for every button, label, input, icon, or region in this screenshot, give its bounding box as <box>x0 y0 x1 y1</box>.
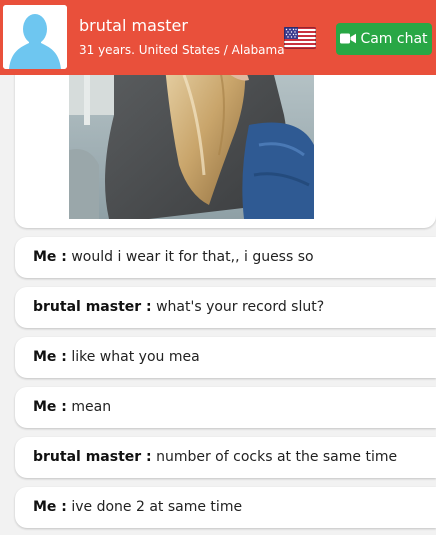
message-text: ive done 2 at same time <box>71 499 243 515</box>
cam-chat-button[interactable]: Cam chat <box>336 23 432 55</box>
photo-message <box>15 75 436 228</box>
user-name: brutal master <box>79 16 188 35</box>
chat-message: brutal master : what's your record slut? <box>15 287 436 328</box>
message-sender: brutal master : <box>33 449 152 465</box>
cam-chat-label: Cam chat <box>360 31 428 47</box>
chat-thread[interactable]: Me : would i wear it for that,, i guess … <box>0 75 436 535</box>
chat-message: Me : mean <box>15 387 436 428</box>
chat-message: Me : like what you mea <box>15 337 436 378</box>
message-text: mean <box>71 399 112 415</box>
message-text: what's your record slut? <box>156 299 325 315</box>
message-sender: Me : <box>33 249 67 265</box>
user-silhouette-icon <box>3 5 67 69</box>
avatar[interactable] <box>3 5 67 69</box>
video-camera-icon <box>340 33 357 43</box>
message-sender: brutal master : <box>33 299 152 315</box>
chat-message: Me : would i wear it for that,, i guess … <box>15 237 436 278</box>
us-flag-icon <box>284 27 316 49</box>
message-text: number of cocks at the same time <box>156 449 398 465</box>
message-sender: Me : <box>33 399 67 415</box>
photo-image <box>69 75 314 219</box>
shared-photo[interactable] <box>69 75 314 219</box>
message-sender: Me : <box>33 349 67 365</box>
chat-message: Me : ive done 2 at same time <box>15 487 436 528</box>
user-age-location: 31 years. United States / Alabama <box>79 43 285 57</box>
chat-message: brutal master : number of cocks at the s… <box>15 437 436 478</box>
chat-header: brutal master 31 years. United States / … <box>0 0 436 75</box>
message-text: would i wear it for that,, i guess so <box>71 249 314 265</box>
message-text: like what you mea <box>71 349 200 365</box>
message-sender: Me : <box>33 499 67 515</box>
